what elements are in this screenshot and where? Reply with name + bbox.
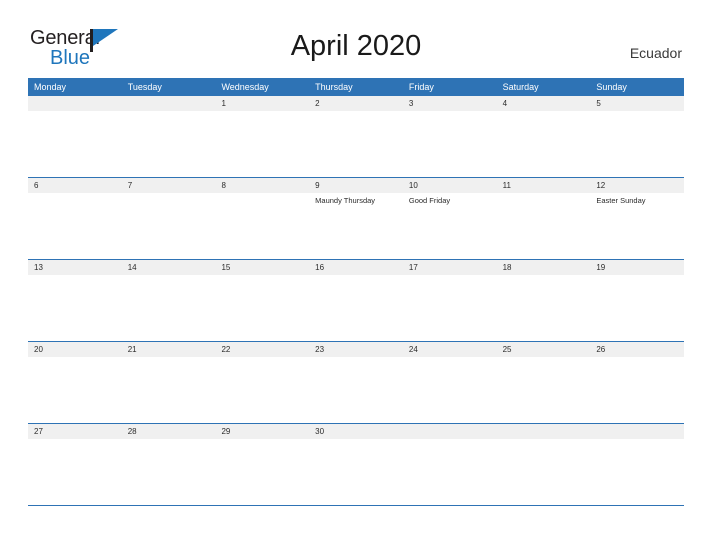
day-number[interactable]: 6 <box>28 178 122 193</box>
day-event <box>309 439 403 505</box>
day-number[interactable]: 7 <box>122 178 216 193</box>
day-event <box>28 193 122 259</box>
day-number[interactable]: 19 <box>590 260 684 275</box>
week-date-band: 27 28 29 30 <box>28 424 684 439</box>
weekday-header-row: Monday Tuesday Wednesday Thursday Friday… <box>28 78 684 96</box>
day-event <box>215 439 309 505</box>
day-event <box>497 111 591 177</box>
calendar-grid: Monday Tuesday Wednesday Thursday Friday… <box>28 78 684 506</box>
day-number[interactable]: 21 <box>122 342 216 357</box>
weekday-header-tuesday: Tuesday <box>127 82 162 92</box>
day-number[interactable]: 17 <box>403 260 497 275</box>
day-event <box>28 275 122 341</box>
day-number[interactable] <box>122 96 216 111</box>
week-event-band: Maundy Thursday Good Friday Easter Sunda… <box>28 193 684 259</box>
day-event <box>215 111 309 177</box>
week-event-band <box>28 111 684 177</box>
day-number[interactable]: 18 <box>497 260 591 275</box>
page-header: General Blue April 2020 Ecuador <box>0 0 712 78</box>
day-event <box>309 275 403 341</box>
day-event <box>403 275 497 341</box>
week-row: 20 21 22 23 24 25 26 <box>28 342 684 424</box>
day-event <box>122 275 216 341</box>
day-event <box>497 275 591 341</box>
calendar-page: General Blue April 2020 Ecuador Monday T… <box>0 0 712 550</box>
day-number[interactable]: 30 <box>309 424 403 439</box>
day-number[interactable]: 3 <box>403 96 497 111</box>
day-event <box>28 439 122 505</box>
day-event-good-friday: Good Friday <box>408 196 451 205</box>
day-number[interactable]: 29 <box>215 424 309 439</box>
week-event-band <box>28 357 684 423</box>
day-event <box>497 439 591 505</box>
day-event <box>122 357 216 423</box>
week-row: 6 7 8 9 10 11 12 Maundy Thursday Good Fr… <box>28 178 684 260</box>
day-event <box>403 111 497 177</box>
page-title: April 2020 <box>290 30 422 62</box>
week-row: 13 14 15 16 17 18 19 <box>28 260 684 342</box>
day-number[interactable]: 9 <box>309 178 403 193</box>
day-number[interactable]: 25 <box>497 342 591 357</box>
day-event <box>590 357 684 423</box>
day-number[interactable]: 8 <box>215 178 309 193</box>
day-event <box>403 357 497 423</box>
day-event <box>309 357 403 423</box>
day-event <box>215 193 309 259</box>
day-event <box>403 439 497 505</box>
week-date-band: 6 7 8 9 10 11 12 <box>28 178 684 193</box>
day-event-easter-sunday: Easter Sunday <box>596 196 646 205</box>
day-event <box>590 111 684 177</box>
weekday-header-sunday: Sunday <box>596 82 627 92</box>
day-number[interactable]: 28 <box>122 424 216 439</box>
day-event <box>590 439 684 505</box>
week-date-band: 13 14 15 16 17 18 19 <box>28 260 684 275</box>
day-number[interactable]: 10 <box>403 178 497 193</box>
week-row: 1 2 3 4 5 <box>28 96 684 178</box>
day-number[interactable]: 1 <box>215 96 309 111</box>
day-event <box>28 357 122 423</box>
weekday-header-wednesday: Wednesday <box>221 82 269 92</box>
day-event <box>497 193 591 259</box>
day-number[interactable]: 15 <box>215 260 309 275</box>
day-event <box>122 439 216 505</box>
week-event-band <box>28 275 684 341</box>
week-date-band: 1 2 3 4 5 <box>28 96 684 111</box>
day-event <box>215 357 309 423</box>
day-event <box>309 111 403 177</box>
day-number[interactable]: 12 <box>590 178 684 193</box>
day-number[interactable]: 20 <box>28 342 122 357</box>
day-number[interactable] <box>590 424 684 439</box>
day-number[interactable] <box>28 96 122 111</box>
day-number[interactable]: 16 <box>309 260 403 275</box>
country-label: Ecuador <box>629 45 682 61</box>
weekday-header-saturday: Saturday <box>502 82 539 92</box>
day-event <box>590 275 684 341</box>
weekday-header-thursday: Thursday <box>315 82 353 92</box>
weekday-header-friday: Friday <box>408 82 434 92</box>
week-date-band: 20 21 22 23 24 25 26 <box>28 342 684 357</box>
day-number[interactable] <box>497 424 591 439</box>
day-number[interactable]: 13 <box>28 260 122 275</box>
day-number[interactable]: 27 <box>28 424 122 439</box>
day-number[interactable]: 11 <box>497 178 591 193</box>
day-number[interactable]: 23 <box>309 342 403 357</box>
day-event-maundy-thursday: Maundy Thursday <box>315 196 376 205</box>
week-row: 27 28 29 30 <box>28 424 684 506</box>
day-number[interactable]: 14 <box>122 260 216 275</box>
day-event <box>497 357 591 423</box>
day-event <box>122 111 216 177</box>
day-number[interactable]: 24 <box>403 342 497 357</box>
day-number[interactable]: 5 <box>590 96 684 111</box>
day-number[interactable]: 26 <box>590 342 684 357</box>
day-event <box>215 275 309 341</box>
weekday-header-monday: Monday <box>34 82 67 92</box>
day-event <box>28 111 122 177</box>
day-number[interactable]: 22 <box>215 342 309 357</box>
day-number[interactable] <box>403 424 497 439</box>
day-number[interactable]: 2 <box>309 96 403 111</box>
day-event <box>122 193 216 259</box>
week-event-band <box>28 439 684 505</box>
day-number[interactable]: 4 <box>497 96 591 111</box>
